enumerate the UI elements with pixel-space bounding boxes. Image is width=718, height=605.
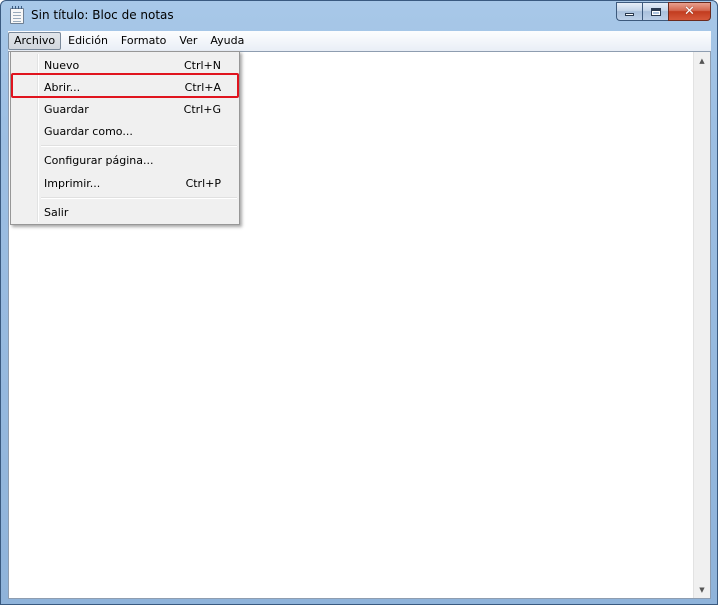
title-bar[interactable]: Sin título: Bloc de notas ✕ — [1, 1, 717, 31]
menu-item-nuevo[interactable]: Nuevo Ctrl+N — [13, 54, 237, 76]
menu-ayuda[interactable]: Ayuda — [204, 32, 250, 50]
minimize-icon — [625, 13, 634, 16]
menu-item-label: Imprimir... — [44, 176, 101, 190]
menu-item-shortcut: Ctrl+P — [185, 176, 221, 190]
notepad-window: Sin título: Bloc de notas ✕ Archivo Edic… — [0, 0, 718, 605]
menu-ver[interactable]: Ver — [173, 32, 203, 50]
notepad-icon[interactable] — [10, 6, 24, 24]
maximize-button[interactable] — [642, 2, 668, 21]
arrow-up-icon: ▲ — [699, 56, 705, 65]
close-icon: ✕ — [684, 4, 695, 19]
menu-item-configurar-pagina[interactable]: Configurar página... — [13, 149, 237, 171]
menu-item-label: Salir — [44, 205, 69, 219]
scroll-up-button[interactable]: ▲ — [694, 52, 710, 69]
menu-item-guardar-como[interactable]: Guardar como... — [13, 120, 237, 142]
menu-item-abrir[interactable]: Abrir... Ctrl+A — [13, 76, 237, 98]
minimize-button[interactable] — [616, 2, 642, 21]
arrow-down-icon: ▼ — [699, 585, 705, 594]
menu-item-label: Guardar — [44, 102, 89, 116]
menu-item-salir[interactable]: Salir — [13, 201, 237, 223]
menu-item-imprimir[interactable]: Imprimir... Ctrl+P — [13, 172, 237, 194]
vertical-scrollbar[interactable]: ▲ ▼ — [693, 52, 710, 598]
menu-item-label: Configurar página... — [44, 153, 154, 167]
maximize-icon — [650, 7, 661, 16]
menu-item-guardar[interactable]: Guardar Ctrl+G — [13, 98, 237, 120]
close-button[interactable]: ✕ — [668, 2, 711, 21]
menu-item-shortcut: Ctrl+G — [183, 102, 221, 116]
menu-item-label: Guardar como... — [44, 124, 133, 138]
scroll-down-button[interactable]: ▼ — [694, 581, 710, 598]
menu-item-shortcut: Ctrl+N — [183, 58, 221, 72]
archivo-dropdown-menu: Nuevo Ctrl+N Abrir... Ctrl+A Guardar Ctr… — [10, 51, 240, 225]
menu-archivo[interactable]: Archivo — [8, 32, 62, 50]
menu-separator — [41, 145, 237, 147]
menu-item-label: Nuevo — [44, 58, 80, 72]
menu-formato[interactable]: Formato — [115, 32, 173, 50]
menu-item-label: Abrir... — [44, 80, 81, 94]
menu-edicion[interactable]: Edición — [62, 32, 114, 50]
menu-bar: Archivo Edición Formato Ver Ayuda — [8, 31, 711, 51]
menu-separator — [41, 197, 237, 199]
window-title: Sin título: Bloc de notas — [31, 8, 174, 22]
menu-item-shortcut: Ctrl+A — [184, 80, 221, 94]
caption-buttons: ✕ — [616, 2, 711, 21]
